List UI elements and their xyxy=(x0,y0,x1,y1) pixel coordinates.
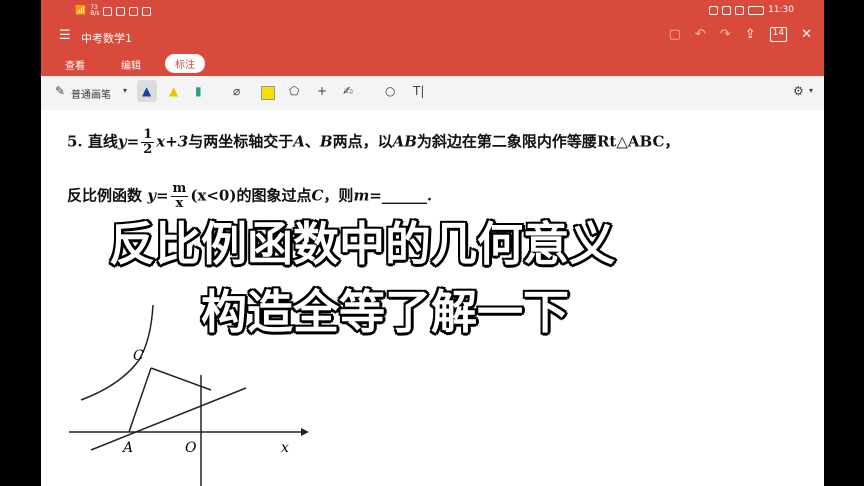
text: ， xyxy=(664,132,680,151)
tab-bar: 查看 编辑 标注 xyxy=(41,52,824,76)
pen-icon[interactable]: ✎ xyxy=(55,84,65,98)
close-icon[interactable]: ✕ xyxy=(801,27,812,42)
circle-icon[interactable]: ○ xyxy=(385,84,395,98)
yellow-highlighter-icon[interactable]: ▲ xyxy=(169,84,178,98)
text-icon[interactable]: T| xyxy=(413,84,424,98)
problem-line-1: 5. 直线y= 1 2 x+3与两坐标轴交于A、B两点，以AB为斜边在第二象限内作等腰… xyxy=(67,128,679,157)
video-caption-line-2: 构造全等了解一下 xyxy=(200,284,571,341)
menu-icon[interactable]: ☰ xyxy=(59,28,71,43)
video-caption-line-1: 反比例函数中的几何意义 xyxy=(108,216,617,273)
line-ab xyxy=(90,387,247,451)
tab-edit[interactable]: 编辑 xyxy=(121,57,141,72)
wifi-icon: 📶 xyxy=(75,6,87,16)
bluetooth-icon xyxy=(735,5,745,15)
segment-ac xyxy=(128,367,152,433)
text: 与两坐标轴交于 xyxy=(188,132,294,151)
text: 反比例函数 xyxy=(67,186,143,205)
tab-view[interactable]: 查看 xyxy=(65,57,85,72)
text: 直线 xyxy=(87,132,118,151)
numerator: m xyxy=(170,181,189,197)
text: Rt△ABC xyxy=(596,132,665,151)
text: B xyxy=(319,132,333,151)
tab-annotate[interactable]: 标注 xyxy=(165,54,205,73)
text: C xyxy=(311,186,324,205)
clock: 11:30 xyxy=(768,5,794,15)
text: A xyxy=(293,132,305,151)
blue-marker-icon[interactable]: ▲ xyxy=(142,84,151,98)
title-bar: ☰ 中考数学1 ▢ ↶ ↷ ⇪ 14 ✕ xyxy=(41,22,824,52)
fraction-one-half: 12 xyxy=(141,127,155,157)
text: (x<0)的图象过点 xyxy=(190,186,312,205)
text: 为斜边在第二象限内作等腰 xyxy=(416,132,597,151)
chevron-down-icon: ▾ xyxy=(123,86,128,95)
video-icon xyxy=(116,6,126,16)
text: m= xyxy=(353,186,382,205)
page-count-button[interactable]: 14 xyxy=(769,27,788,42)
text: x+3 xyxy=(156,132,189,151)
tiktok-icon xyxy=(142,6,152,16)
status-bar: 📶 73 B/s 11:30 xyxy=(41,0,824,22)
x-axis-arrow xyxy=(301,428,309,436)
network-speed: 73 B/s xyxy=(90,4,100,17)
text: 两点，以 xyxy=(332,132,393,151)
app-screen: 📶 73 B/s 11:30 ☰ 中考数学1 ▢ ↶ ↷ ⇪ 14 ✕ 查看 编 xyxy=(41,0,824,486)
battery-icon xyxy=(748,5,765,15)
answer-blank: ______. xyxy=(381,186,433,205)
text: y= xyxy=(117,132,140,151)
x-axis-label: x xyxy=(281,440,289,456)
eraser-icon[interactable]: ⌀ xyxy=(233,84,240,98)
undo-icon[interactable]: ↶ xyxy=(695,27,706,42)
segment-cb xyxy=(150,367,212,391)
text: ，则 xyxy=(323,186,354,205)
share-icon[interactable]: ⇪ xyxy=(745,27,756,42)
notification-icon xyxy=(103,6,113,16)
chevron-down-icon: ▾ xyxy=(809,86,814,95)
mute-icon xyxy=(722,5,732,15)
problem-number: 5. xyxy=(67,132,83,151)
gear-icon[interactable]: ⚙ xyxy=(793,84,804,98)
plus-icon[interactable]: + xyxy=(317,84,327,98)
mail-icon xyxy=(129,6,139,16)
text: AB xyxy=(392,132,417,151)
text: y= xyxy=(147,186,169,205)
numerator: 1 xyxy=(141,127,155,143)
point-c-label: C xyxy=(133,348,144,364)
origin-label: O xyxy=(185,440,197,456)
point-a-label: A xyxy=(121,440,133,456)
problem-line-2: 反比例函数 y= m x (x<0)的图象过点C，则m=______. xyxy=(67,182,432,211)
denominator: 2 xyxy=(143,142,153,157)
text: 、 xyxy=(304,132,320,151)
save-icon[interactable]: ▢ xyxy=(669,27,681,42)
signature-icon[interactable]: ✍ xyxy=(343,84,353,98)
pen-type-dropdown[interactable]: 普通画笔 xyxy=(71,86,111,101)
shape-icon[interactable]: ⬠ xyxy=(289,84,299,98)
document-title: 中考数学1 xyxy=(81,32,132,45)
color-swatch[interactable] xyxy=(261,86,275,100)
green-highlighter-icon[interactable]: ▮ xyxy=(195,84,202,98)
redo-icon[interactable]: ↷ xyxy=(720,27,731,42)
annotation-toolbar: ✎ 普通画笔 ▾ ▲ ▲ ▮ ⌀ ⬠ + ✍ ○ T| ⚙ ▾ xyxy=(41,76,824,111)
fraction-m-over-x: mx xyxy=(170,181,189,211)
alarm-icon xyxy=(709,5,719,15)
